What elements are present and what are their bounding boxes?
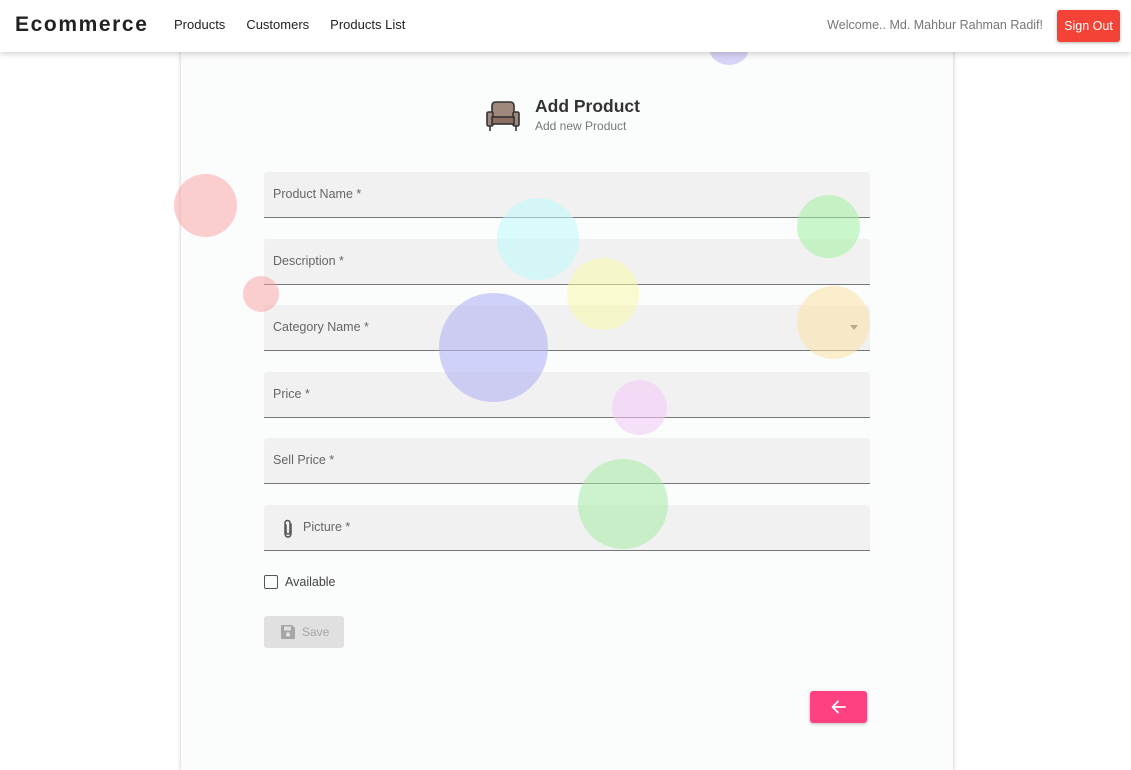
category-name-select[interactable]: Category Name * bbox=[264, 305, 870, 351]
welcome-text: Welcome.. Md. Mahbur Rahman Radif! bbox=[827, 18, 1043, 32]
picture-file-input[interactable]: Picture * bbox=[264, 505, 870, 551]
page-title: Add Product bbox=[535, 96, 640, 116]
description-label: Description * bbox=[273, 254, 344, 268]
paperclip-icon[interactable] bbox=[281, 519, 295, 539]
dropdown-caret-icon[interactable] bbox=[850, 325, 858, 330]
description-field[interactable]: Description * bbox=[264, 239, 870, 285]
available-checkbox-row[interactable]: Available bbox=[264, 575, 336, 589]
product-name-field[interactable]: Product Name * bbox=[264, 172, 870, 218]
nav-link-customers[interactable]: Customers bbox=[246, 17, 309, 32]
top-navbar: Ecommerce Products Customers Products Li… bbox=[0, 0, 1131, 52]
category-name-label: Category Name * bbox=[273, 320, 369, 334]
sign-out-button[interactable]: Sign Out bbox=[1057, 10, 1120, 42]
picture-label: Picture * bbox=[303, 520, 351, 534]
sell-price-label: Sell Price * bbox=[273, 453, 335, 467]
sell-price-field[interactable]: Sell Price * bbox=[264, 438, 870, 484]
form-header: Add Product Add new Product bbox=[484, 96, 640, 134]
arrow-left-icon bbox=[831, 700, 846, 714]
nav-link-products[interactable]: Products bbox=[174, 17, 225, 32]
armchair-icon bbox=[486, 101, 520, 131]
floppy-disk-icon bbox=[281, 625, 295, 639]
available-checkbox[interactable] bbox=[264, 575, 278, 589]
save-button[interactable]: Save bbox=[264, 616, 344, 648]
nav-links: Products Customers Products List bbox=[174, 17, 426, 32]
nav-link-products-list[interactable]: Products List bbox=[330, 17, 405, 32]
back-button[interactable] bbox=[810, 691, 867, 723]
available-label: Available bbox=[285, 575, 336, 589]
brand-logo[interactable]: Ecommerce bbox=[15, 13, 148, 37]
save-label: Save bbox=[302, 625, 330, 639]
product-name-label: Product Name * bbox=[273, 187, 362, 201]
price-field[interactable]: Price * bbox=[264, 372, 870, 418]
price-label: Price * bbox=[273, 387, 310, 401]
page-subtitle: Add new Product bbox=[535, 119, 627, 133]
